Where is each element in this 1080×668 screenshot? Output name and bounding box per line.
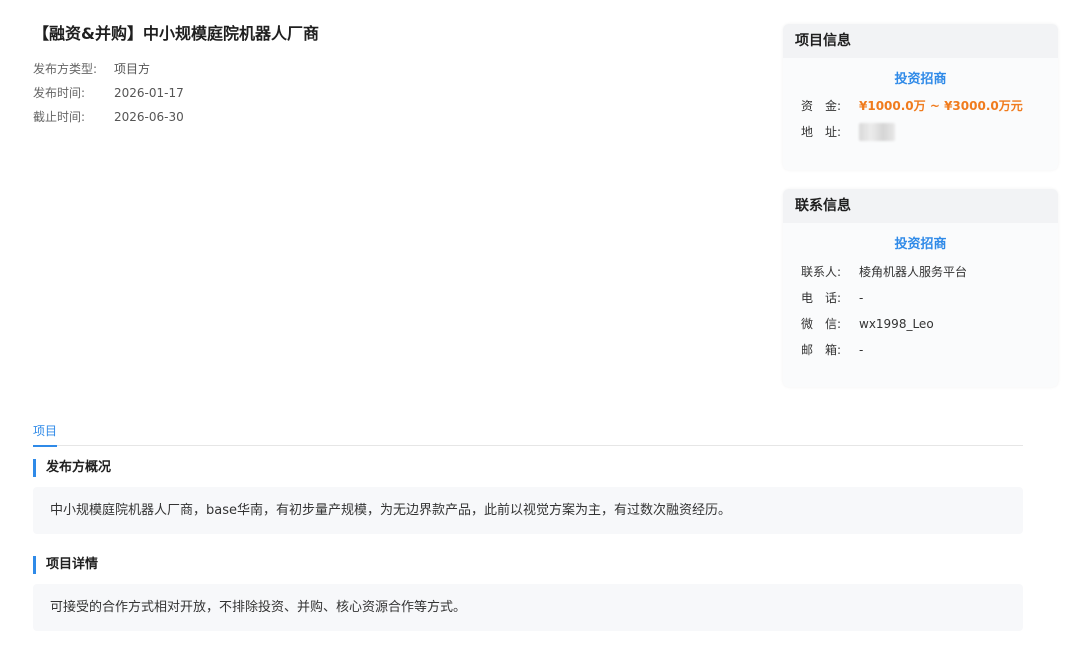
email-row: 邮 箱: -: [783, 337, 1058, 363]
phone-row: 电 话: -: [783, 285, 1058, 311]
section-title-publisher: 发布方概况: [33, 459, 111, 477]
meta-row-publish-time: 发布时间: 2026-01-17: [33, 84, 184, 108]
project-info-header: 项目信息: [783, 24, 1058, 58]
meta-list: 发布方类型: 项目方 发布时间: 2026-01-17 截止时间: 2026-0…: [33, 60, 184, 132]
meta-label: 发布时间:: [33, 86, 86, 100]
publisher-overview-text: 中小规模庭院机器人厂商，base华南，有初步量产规模，为无边界款产品，此前以视觉…: [33, 487, 1023, 534]
meta-value: 项目方: [114, 62, 151, 76]
email-value: -: [859, 343, 864, 357]
funding-row: 资 金: ¥1000.0万 ~ ¥3000.0万元: [783, 93, 1058, 119]
project-details-text: 可接受的合作方式相对开放，不排除投资、并购、核心资源合作等方式。: [33, 584, 1023, 631]
meta-row-deadline: 截止时间: 2026-06-30: [33, 108, 184, 132]
page-title: 【融资&并购】中小规模庭院机器人厂商: [33, 24, 319, 43]
section-title-details: 项目详情: [33, 556, 98, 574]
meta-row-publisher-type: 发布方类型: 项目方: [33, 60, 184, 84]
address-label: 地 址:: [801, 125, 842, 139]
contact-label: 联系人:: [801, 265, 842, 279]
phone-label: 电 话:: [801, 291, 842, 305]
address-row: 地 址:: [783, 119, 1058, 145]
project-info-card: 项目信息 投资招商 资 金: ¥1000.0万 ~ ¥3000.0万元 地 址:: [783, 24, 1058, 170]
meta-label: 发布方类型:: [33, 62, 98, 76]
funding-label: 资 金:: [801, 99, 842, 113]
contact-info-header: 联系信息: [783, 189, 1058, 223]
funding-value: ¥1000.0万 ~ ¥3000.0万元: [859, 99, 1023, 113]
address-redacted: [859, 123, 895, 141]
wechat-row: 微 信: wx1998_Leo: [783, 311, 1058, 337]
invest-link-contact[interactable]: 投资招商: [783, 235, 1058, 255]
tab-project[interactable]: 项目: [33, 421, 58, 447]
tab-bar: 项目: [33, 420, 1023, 447]
meta-value: 2026-06-30: [114, 110, 184, 124]
email-label: 邮 箱:: [801, 343, 842, 357]
meta-value: 2026-01-17: [114, 86, 184, 100]
invest-link-project[interactable]: 投资招商: [783, 70, 1058, 90]
wechat-value: wx1998_Leo: [859, 317, 934, 331]
contact-value: 棱角机器人服务平台: [859, 265, 968, 279]
contact-info-card: 联系信息 投资招商 联系人: 棱角机器人服务平台 电 话: - 微 信: wx1…: [783, 189, 1058, 387]
phone-value: -: [859, 291, 864, 305]
meta-label: 截止时间:: [33, 110, 86, 124]
contact-row: 联系人: 棱角机器人服务平台: [783, 259, 1058, 285]
wechat-label: 微 信:: [801, 317, 842, 331]
